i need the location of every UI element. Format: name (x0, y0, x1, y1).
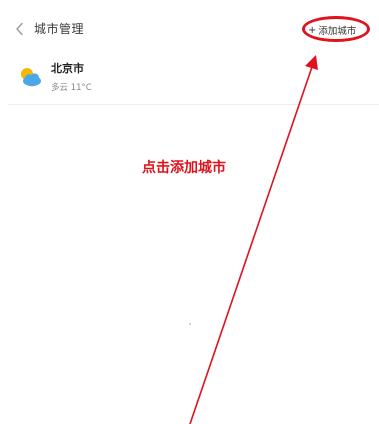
city-weather: 多云 11°C (51, 83, 92, 93)
chevron-left-icon (16, 22, 23, 36)
highlight-circle (302, 16, 370, 42)
arrow-line (189, 63, 314, 424)
partly-cloudy-icon (21, 68, 41, 87)
annotation-text: 点击添加城市 (142, 160, 226, 176)
city-list-item[interactable]: 北京市 多云 11°C (0, 58, 379, 106)
decorative-dot (189, 323, 191, 325)
header-bar: 城市管理 + 添加城市 (0, 0, 379, 58)
city-name: 北京市 (51, 62, 84, 75)
divider (8, 104, 379, 105)
page-title: 城市管理 (34, 22, 85, 36)
back-button[interactable] (12, 19, 28, 39)
